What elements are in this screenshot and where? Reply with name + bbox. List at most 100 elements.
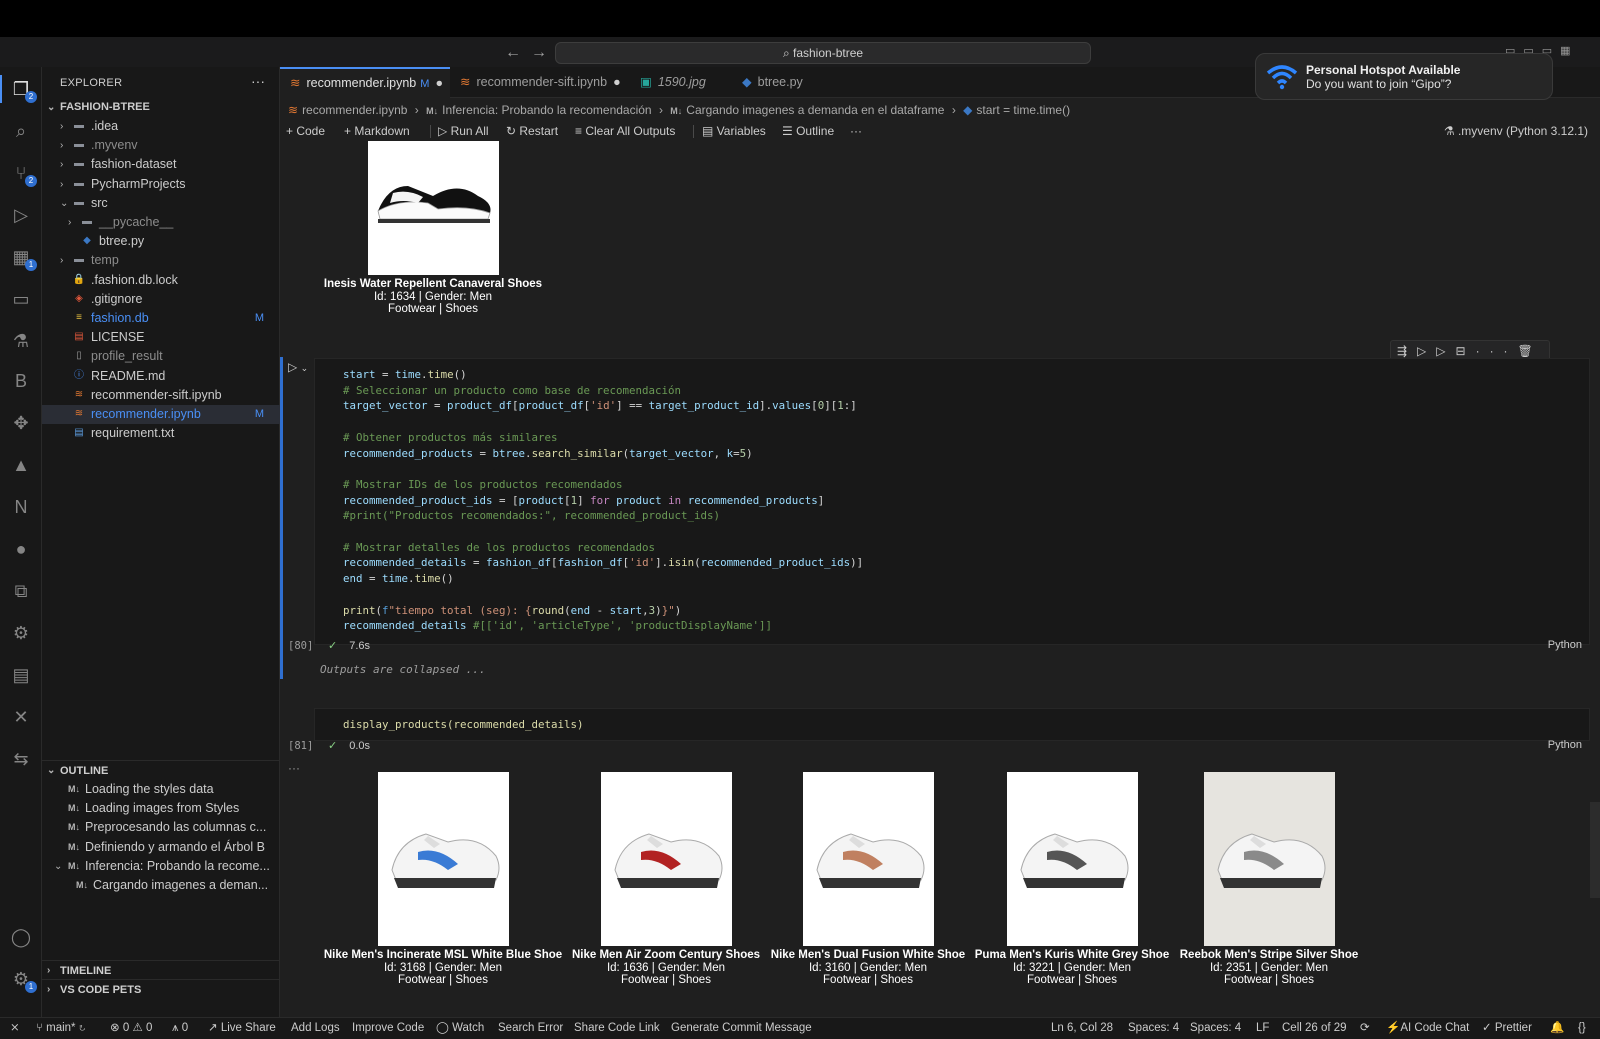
outline-item[interactable]: M↓ Loading images from Styles [42, 799, 280, 818]
b-extension-icon[interactable]: B [9, 369, 33, 393]
file-tree-item[interactable]: › ▬ PycharmProjects [42, 175, 280, 194]
prettier-button[interactable]: ✓ Prettier [1482, 1018, 1532, 1039]
search-icon[interactable]: ⌕ [9, 119, 33, 143]
file-tree-item[interactable]: ▤ LICENSE [42, 328, 280, 347]
cell-indicator[interactable]: Cell 26 of 29 [1282, 1018, 1347, 1039]
run-cell-button[interactable]: ▷ ⌄ [288, 360, 308, 374]
kernel-picker[interactable]: ⚗ .myvenv (Python 3.12.1) [1444, 120, 1588, 142]
tab-recommender-sift-ipynb[interactable]: ≋ recommender-sift.ipynb ● [450, 67, 630, 98]
docker-icon[interactable]: ▤ [9, 663, 33, 687]
testing-icon[interactable]: ⚗ [9, 329, 33, 353]
file-tree-item[interactable]: ◆ btree.py [42, 232, 280, 251]
timeline-section-header[interactable]: › TIMELINE [42, 960, 280, 980]
extensions-icon[interactable]: ▦ 1 [9, 245, 37, 271]
cursor-position[interactable]: Ln 6, Col 28 [1051, 1018, 1113, 1039]
ports-indicator[interactable]: ⩚ 0 [172, 1018, 188, 1039]
cell-language[interactable]: Python [1548, 739, 1582, 751]
file-tree-item[interactable]: ▤ requirement.txt [42, 424, 280, 443]
outline-button[interactable]: ☰ Outline [782, 120, 834, 142]
problems-indicator[interactable]: ⊗ 0 ⚠ 0 [110, 1018, 152, 1039]
remote-indicator-icon[interactable]: ⨯ [10, 1018, 20, 1039]
indentation-setting-2[interactable]: Spaces: 4 [1190, 1018, 1241, 1039]
indentation-setting[interactable]: Spaces: 4 [1128, 1018, 1179, 1039]
remote-icon[interactable]: ⇆ [9, 747, 33, 771]
tab-btree-py[interactable]: ◆ btree.py [732, 67, 822, 98]
nav-arrows[interactable]: ←→ [505, 44, 557, 62]
search-error-button[interactable]: Search Error [498, 1018, 563, 1039]
pets-section-header[interactable]: › VS CODE PETS [42, 979, 280, 999]
commit-message-button[interactable]: Generate Commit Message [671, 1018, 812, 1039]
remote-explorer-icon[interactable]: ▭ [9, 287, 33, 311]
outline-section-header[interactable]: ⌄ OUTLINE [42, 760, 280, 780]
share-code-link-button[interactable]: Share Code Link [574, 1018, 660, 1039]
outline-item[interactable]: M↓ Preprocesando las columnas c... [42, 818, 280, 837]
breadcrumb-section[interactable]: Inferencia: Probando la recomendación [442, 103, 651, 117]
file-tree-item[interactable]: › ▬ __pycache__ [42, 213, 280, 232]
restart-button[interactable]: ↻ Restart [506, 120, 558, 142]
file-tree-item[interactable]: ⓘ README.md [42, 367, 280, 386]
breadcrumb-symbol[interactable]: start = time.time() [976, 103, 1070, 117]
manage-gear-icon[interactable]: ⚙ 1 [9, 967, 37, 993]
clear-outputs-button[interactable]: ≡ Clear All Outputs [575, 120, 675, 142]
n2-icon[interactable]: N [9, 495, 33, 519]
settings-search-icon[interactable]: ⚙ [9, 621, 33, 645]
branch-icon: ⑂ [36, 1022, 47, 1034]
code-cell[interactable]: display_products(recommended_details) [314, 708, 1590, 741]
deploy-icon[interactable]: ▲ [9, 453, 33, 477]
file-tree-item[interactable]: › ▬ temp [42, 251, 280, 270]
live-share-button[interactable]: ↗ Live Share [208, 1018, 276, 1039]
variables-button[interactable]: ▤ Variables [702, 120, 766, 142]
ai-chat-button[interactable]: ⚡AI Code Chat [1386, 1018, 1469, 1039]
file-tree-item[interactable]: ≋ recommender-sift.ipynb [42, 386, 280, 405]
workspace-root[interactable]: ⌄ FASHION-BTREE [42, 98, 280, 117]
outline-item[interactable]: M↓ Loading the styles data [42, 780, 280, 799]
add-code-button[interactable]: + Code [286, 120, 325, 142]
file-tree-item[interactable]: ◈ .gitignore [42, 290, 280, 309]
database-icon[interactable]: ⧉ [9, 579, 33, 603]
copilot-icon[interactable]: ⟳ [1360, 1018, 1370, 1039]
file-tree-item[interactable]: › ▬ .myvenv [42, 136, 280, 155]
tab-1590-jpg[interactable]: ▣ 1590.jpg [630, 67, 730, 98]
command-center[interactable]: ⌕ fashion-btree [555, 42, 1091, 64]
tab-recommender-ipynb[interactable]: ≋ recommender.ipynb M ● [280, 67, 450, 98]
add-code-label: Code [296, 124, 326, 138]
add-logs-button[interactable]: Add Logs [291, 1018, 340, 1039]
hotspot-notification[interactable]: Personal Hotspot Available Do you want t… [1255, 53, 1553, 100]
figma-icon[interactable]: ✥ [9, 411, 33, 435]
branch-indicator[interactable]: ⑂ main* ↻ [36, 1018, 86, 1039]
scrollbar-thumb[interactable] [1590, 802, 1600, 898]
x-tool-icon[interactable]: ✕ [9, 705, 33, 729]
outline-item[interactable]: ⌄ M↓ Inferencia: Probando la recome... [42, 857, 280, 876]
outputs-collapsed[interactable]: Outputs are collapsed ... [320, 663, 486, 676]
explorer-icon[interactable]: ❐ 2 [9, 77, 37, 103]
file-tree-item[interactable]: › ▬ fashion-dataset [42, 155, 280, 174]
output-more-icon[interactable]: ··· [288, 761, 300, 775]
file-tree-item[interactable]: ▯ profile_result [42, 347, 280, 366]
rocket-icon[interactable]: ● [9, 537, 33, 561]
run-all-button[interactable]: ▷ Run All [438, 120, 489, 142]
file-tree-item[interactable]: › ▬ .idea [42, 117, 280, 136]
file-tree-item[interactable]: ≡ fashion.db M [42, 309, 280, 328]
breadcrumb-file[interactable]: recommender.ipynb [302, 103, 407, 117]
file-tree-item[interactable]: ⌄ ▬ src [42, 194, 280, 213]
file-tree-item[interactable]: ≋ recommender.ipynb M [42, 405, 280, 424]
folder-icon: ▬ [74, 139, 84, 151]
add-markdown-button[interactable]: + Markdown [344, 120, 410, 142]
improve-code-button[interactable]: Improve Code [352, 1018, 424, 1039]
cell-language[interactable]: Python [1548, 639, 1582, 651]
source-control-icon[interactable]: ⑂ 2 [9, 161, 37, 187]
warning-icon: ⚠ [132, 1022, 146, 1034]
outline-item[interactable]: M↓ Definiendo y armando el Árbol B [42, 838, 280, 857]
outline-item[interactable]: M↓ Cargando imagenes a deman... [42, 876, 280, 895]
toolbar-more-icon[interactable]: ··· [850, 120, 862, 142]
watch-button[interactable]: ◯ Watch [436, 1018, 484, 1039]
breadcrumb-subsection[interactable]: Cargando imagenes a demanda en el datafr… [686, 103, 944, 117]
file-tree-item[interactable]: 🔒 .fashion.db.lock [42, 271, 280, 290]
end-of-line[interactable]: LF [1256, 1018, 1269, 1039]
braces-icon[interactable]: {} [1578, 1018, 1586, 1039]
notifications-bell-icon[interactable]: 🔔 [1550, 1018, 1564, 1039]
explorer-more-icon[interactable]: ··· [251, 73, 265, 89]
run-debug-icon[interactable]: ▷ [9, 203, 33, 227]
code-cell[interactable]: start = time.time() # Seleccionar un pro… [314, 358, 1590, 645]
account-icon[interactable]: ◯ [9, 925, 33, 949]
